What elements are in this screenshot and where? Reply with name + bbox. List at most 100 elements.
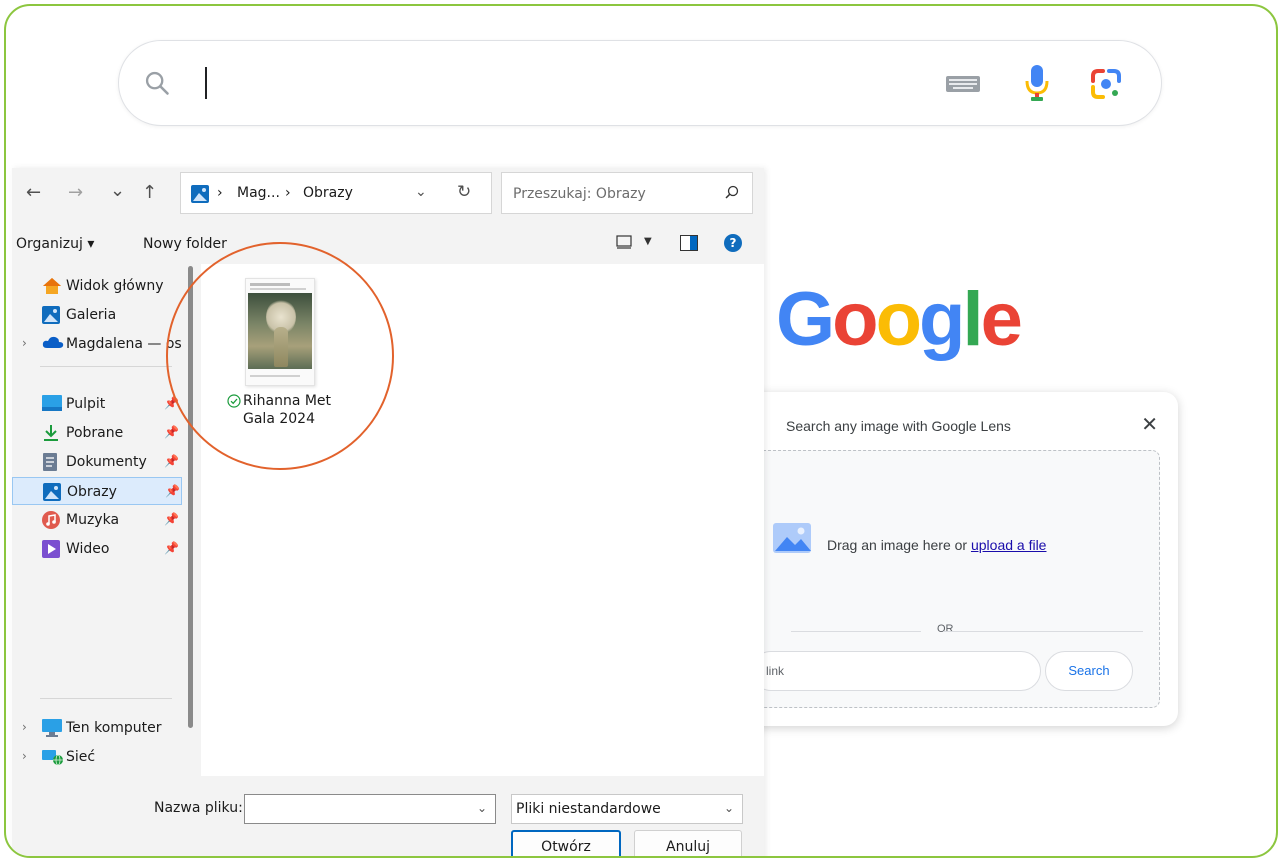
chevron-down-icon[interactable]: ⌄: [477, 801, 487, 815]
back-arrow-icon[interactable]: ←: [26, 182, 41, 203]
nav-item-home[interactable]: Widok główny: [12, 272, 182, 300]
refresh-icon[interactable]: ↻: [457, 182, 471, 202]
breadcrumb-separator: ›: [285, 185, 291, 201]
nav-separator: [40, 366, 172, 367]
thumbnail-subheader: [250, 288, 306, 290]
file-thumbnail: [245, 278, 315, 386]
search-icon: [725, 185, 739, 199]
filename-label: Nazwa pliku:: [154, 800, 243, 816]
folder-search-input[interactable]: Przeszukaj: Obrazy: [501, 172, 753, 214]
image-link-input[interactable]: link: [751, 651, 1041, 691]
filename-input[interactable]: ⌄: [244, 794, 496, 824]
lens-panel-title: Search any image with Google Lens: [786, 418, 1011, 434]
google-logo: Google: [776, 276, 1023, 363]
pin-icon[interactable]: 📌: [165, 484, 180, 498]
image-drop-zone[interactable]: Drag an image here or upload a file OR l…: [750, 450, 1160, 708]
google-logo-letter: G: [776, 277, 835, 362]
nav-item-label: Ten komputer: [66, 720, 162, 736]
nav-item-label: Widok główny: [66, 278, 164, 294]
google-lens-panel: Search any image with Google Lens ✕ Drag…: [722, 392, 1178, 726]
or-label: OR: [937, 623, 954, 635]
home-icon: [43, 278, 61, 294]
pin-icon[interactable]: 📌: [164, 512, 179, 526]
close-icon[interactable]: ✕: [1141, 412, 1158, 437]
nav-item-music[interactable]: Muzyka 📌: [12, 506, 182, 534]
network-icon: [42, 750, 63, 766]
breadcrumb-item[interactable]: Mag...: [237, 185, 280, 201]
file-name-label: Rihanna Met Gala 2024: [243, 393, 332, 427]
nav-item-video[interactable]: Wideo 📌: [12, 535, 182, 563]
view-options-dropdown-icon[interactable]: ▼: [644, 236, 652, 247]
google-logo-letter: g: [919, 277, 965, 362]
nav-pane-scrollbar[interactable]: [188, 266, 193, 728]
nav-item-this-pc[interactable]: › Ten komputer: [12, 714, 182, 742]
expand-chevron-icon[interactable]: ›: [22, 336, 27, 350]
thumbnail-caption: [250, 375, 300, 377]
breadcrumb-separator: ›: [217, 185, 223, 201]
search-placeholder: Przeszukaj: Obrazy: [513, 186, 646, 202]
preview-pane-icon[interactable]: [680, 235, 698, 251]
keyboard-icon[interactable]: [945, 75, 981, 93]
thumbnail-header: [250, 283, 290, 286]
pin-icon[interactable]: 📌: [164, 454, 179, 468]
cancel-button[interactable]: Anuluj: [634, 830, 742, 856]
nav-item-label: Galeria: [66, 307, 117, 323]
nav-item-pictures[interactable]: Obrazy 📌: [12, 477, 182, 505]
upload-file-link[interactable]: upload a file: [971, 537, 1047, 553]
google-logo-letter: o: [832, 277, 878, 362]
desktop-icon: [42, 395, 62, 411]
drop-text: Drag an image here or: [827, 537, 971, 553]
dialog-toolbar: Organizuj ▾ Nowy folder ▼ ?: [12, 224, 764, 264]
file-item[interactable]: Rihanna Met Gala 2024: [225, 276, 337, 436]
nav-item-gallery[interactable]: Galeria: [12, 301, 182, 329]
pictures-icon: [43, 483, 61, 501]
file-name: Rihanna Met Gala 2024: [227, 392, 337, 428]
documents-icon: [43, 453, 57, 471]
screenshot-frame: Google Search any image with Google Lens…: [4, 4, 1278, 858]
search-icon: [145, 71, 169, 95]
computer-icon: [42, 719, 62, 737]
address-bar[interactable]: › Mag... › Obrazy ⌄ ↻: [180, 172, 492, 214]
text-caret: [205, 67, 207, 99]
music-icon: [42, 511, 60, 529]
gallery-icon: [42, 306, 60, 324]
pin-icon[interactable]: 📌: [164, 541, 179, 555]
nav-item-network[interactable]: › Sieć: [12, 743, 182, 771]
divider-line: [791, 631, 921, 632]
forward-arrow-icon[interactable]: →: [68, 182, 83, 203]
chevron-down-icon[interactable]: ⌄: [415, 184, 427, 200]
drop-instructions: Drag an image here or upload a file: [827, 537, 1046, 553]
navigation-pane: Widok główny Galeria › Magdalena — osobi…: [12, 264, 188, 776]
pin-icon[interactable]: 📌: [164, 425, 179, 439]
chevron-down-icon[interactable]: ⌄: [724, 801, 734, 815]
microphone-icon[interactable]: [1023, 63, 1051, 103]
organize-menu-button[interactable]: Organizuj ▾: [16, 236, 94, 252]
recent-locations-chevron-icon[interactable]: ⌄: [110, 180, 125, 201]
breadcrumb-item[interactable]: Obrazy: [303, 185, 353, 201]
dialog-navigation-bar: ← → ⌄ ↑ › Mag... › Obrazy ⌄ ↻ Przeszukaj…: [12, 168, 764, 224]
thumbnail-photo: [248, 293, 312, 369]
pin-icon[interactable]: 📌: [164, 396, 179, 410]
expand-chevron-icon[interactable]: ›: [22, 720, 27, 734]
video-icon: [42, 540, 60, 558]
onedrive-cloud-icon: [42, 336, 64, 348]
new-folder-button[interactable]: Nowy folder: [143, 236, 227, 252]
file-type-select[interactable]: Pliki niestandardowe ⌄: [511, 794, 743, 824]
google-search-bar[interactable]: [118, 40, 1162, 126]
or-divider: OR: [791, 623, 1143, 641]
up-arrow-icon[interactable]: ↑: [142, 182, 157, 203]
google-lens-icon[interactable]: [1089, 67, 1123, 101]
file-type-value: Pliki niestandardowe: [516, 801, 661, 817]
expand-chevron-icon[interactable]: ›: [22, 749, 27, 763]
lens-search-button[interactable]: Search: [1045, 651, 1133, 691]
nav-item-onedrive[interactable]: › Magdalena — osobiste: [12, 330, 182, 358]
view-mode-icon[interactable]: [616, 234, 632, 250]
nav-item-desktop[interactable]: Pulpit 📌: [12, 390, 182, 418]
help-icon[interactable]: ?: [724, 234, 742, 252]
open-button[interactable]: Otwórz: [511, 830, 621, 856]
file-open-dialog: ← → ⌄ ↑ › Mag... › Obrazy ⌄ ↻ Przeszukaj…: [12, 168, 764, 856]
divider-line: [943, 631, 1143, 632]
nav-item-downloads[interactable]: Pobrane 📌: [12, 419, 182, 447]
nav-item-documents[interactable]: Dokumenty 📌: [12, 448, 182, 476]
nav-item-label: Magdalena — osobiste: [66, 336, 182, 352]
